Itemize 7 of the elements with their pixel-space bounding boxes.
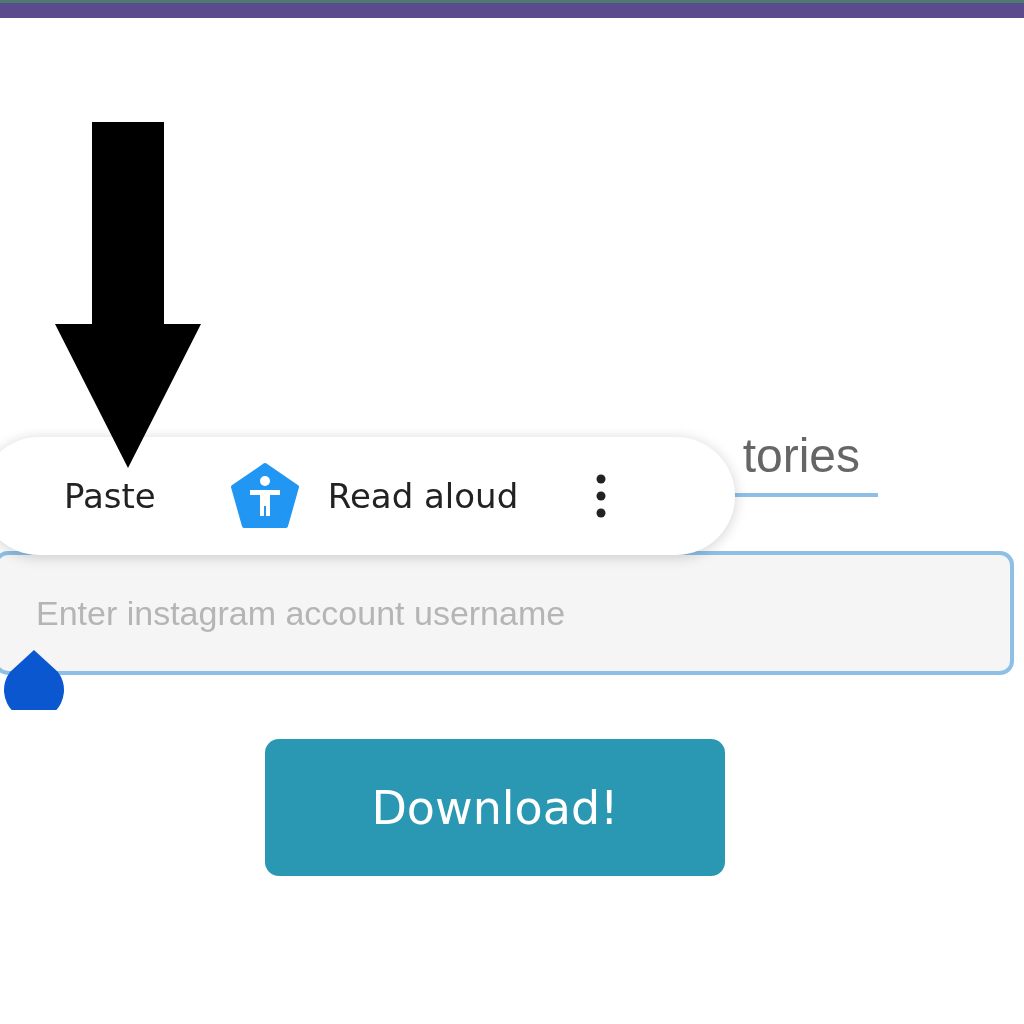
more-options-icon[interactable]	[596, 474, 607, 518]
text-selection-handle[interactable]	[2, 650, 66, 710]
paste-menu-item[interactable]: Paste	[64, 476, 156, 516]
username-field[interactable]: Enter instagram account username	[0, 551, 1014, 675]
down-arrow-icon	[55, 122, 201, 468]
accessibility-icon	[229, 463, 300, 529]
read-aloud-menu-item[interactable]: Read aloud	[229, 463, 519, 529]
